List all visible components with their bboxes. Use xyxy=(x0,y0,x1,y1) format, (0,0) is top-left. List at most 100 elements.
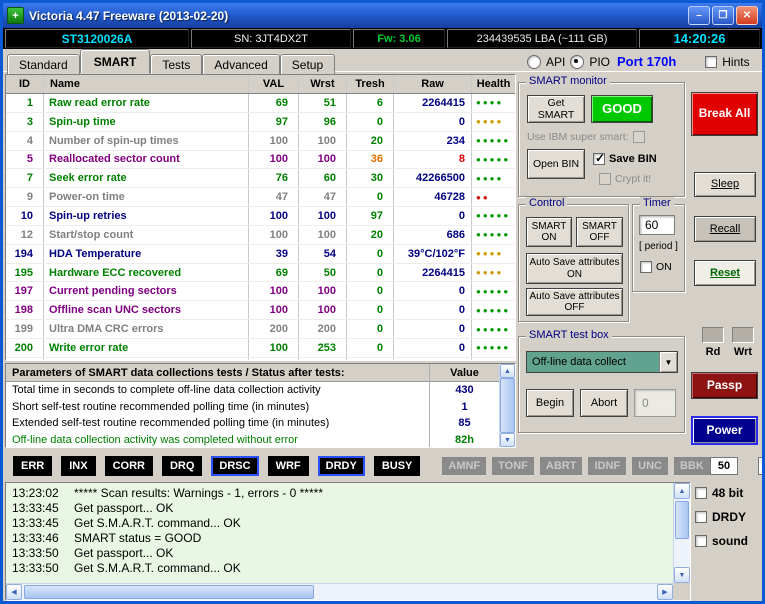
params-row[interactable]: Extended self-test routine recommended p… xyxy=(6,415,515,432)
tab-advanced[interactable]: Advanced xyxy=(202,54,279,74)
sound-checkbox[interactable] xyxy=(695,535,707,547)
log-horizontal-scrollbar[interactable]: ◀ ▶ xyxy=(6,583,673,600)
tab-strip: StandardSMARTTestsAdvancedSetup API PIO … xyxy=(3,49,762,72)
params-row[interactable]: Off-line data collection activity was co… xyxy=(6,432,515,449)
window-title: Victoria 4.47 Freeware (2013-02-20) xyxy=(29,9,228,23)
passp-button[interactable]: Passp xyxy=(691,372,758,399)
log-vscroll-thumb[interactable] xyxy=(675,501,689,539)
save-bin-checkbox[interactable] xyxy=(593,153,605,165)
cell-tresh: 20 xyxy=(347,132,394,150)
cell-raw: 0 xyxy=(394,207,472,225)
test-select[interactable]: Off-line data collect ▼ xyxy=(526,351,678,373)
smart-attribute-row[interactable]: 9Power-on time4747046728●● xyxy=(6,188,515,207)
smart-attribute-row[interactable]: 3Spin-up time979600●●●● xyxy=(6,113,515,132)
timer-on-row[interactable]: ON xyxy=(640,261,672,273)
health-dots: ●● xyxy=(472,188,515,206)
sound-label: sound xyxy=(712,534,748,548)
cell-id: 7 xyxy=(6,169,44,187)
option-sound[interactable]: sound xyxy=(695,534,761,548)
params-scrollbar[interactable]: ▲ ▼ xyxy=(499,364,515,447)
smart-attribute-row[interactable]: 194HDA Temperature3954039°C/102°F●●●● xyxy=(6,245,515,264)
minimize-button[interactable]: – xyxy=(688,6,710,25)
reset-button[interactable]: Reset xyxy=(694,260,756,286)
drive-serial: SN: 3JT4DX2T xyxy=(191,29,351,48)
smart-attribute-row[interactable]: 195Hardware ECC recovered695002264415●●●… xyxy=(6,264,515,283)
tab-smart[interactable]: SMART xyxy=(80,49,151,73)
abort-button[interactable]: Abort xyxy=(580,389,628,417)
option-48bit[interactable]: 48 bit xyxy=(695,486,761,500)
cell-wrst: 100 xyxy=(299,151,347,169)
log-line: 13:33:45Get passport... OK xyxy=(12,501,667,516)
scrollbar-corner xyxy=(673,583,690,600)
cell-tresh: 30 xyxy=(347,169,394,187)
break-all-button[interactable]: Break All xyxy=(691,92,758,136)
log-time: 13:23:02 xyxy=(12,486,74,501)
pio-radio[interactable] xyxy=(570,55,584,69)
scroll-up-icon[interactable]: ▲ xyxy=(674,483,690,499)
param-description: Short self-test routine recommended poll… xyxy=(6,399,429,416)
tab-tests[interactable]: Tests xyxy=(150,54,202,74)
flag-drdy: DRDY xyxy=(318,456,365,476)
open-bin-button[interactable]: Open BIN xyxy=(527,149,585,179)
api-radio[interactable] xyxy=(527,55,541,69)
save-bin-label: Save BIN xyxy=(609,153,657,165)
autosave-on-button[interactable]: Auto Save attributes ON xyxy=(526,253,623,284)
recall-button[interactable]: Recall xyxy=(694,216,756,242)
scroll-right-icon[interactable]: ▶ xyxy=(657,584,673,600)
begin-button[interactable]: Begin xyxy=(526,389,574,417)
param-description: Off-line data collection activity was co… xyxy=(6,432,429,449)
smart-attribute-row[interactable]: 5Reallocated sector count100100368●●●●● xyxy=(6,151,515,170)
smart-attribute-row[interactable]: 199Ultra DMA CRC errors20020000●●●●● xyxy=(6,320,515,339)
smart-attribute-row[interactable]: 197Current pending sectors10010000●●●●● xyxy=(6,282,515,301)
smart-attribute-row[interactable]: 1Raw read error rate695162264415●●●● xyxy=(6,94,515,113)
params-row[interactable]: Total time in seconds to complete off-li… xyxy=(6,382,515,399)
scroll-left-icon[interactable]: ◀ xyxy=(6,584,22,600)
chevron-down-icon[interactable]: ▼ xyxy=(659,352,677,372)
log-vertical-scrollbar[interactable]: ▲ ▼ xyxy=(673,483,690,583)
timer-on-checkbox[interactable] xyxy=(640,261,652,273)
maximize-button[interactable]: ❐ xyxy=(712,6,734,25)
smart-attribute-row[interactable]: 4Number of spin-up times10010020234●●●●● xyxy=(6,132,515,151)
close-button[interactable]: ✕ xyxy=(736,6,758,25)
register-values: 5000 xyxy=(710,457,765,475)
tab-standard[interactable]: Standard xyxy=(7,54,80,74)
smart-attribute-row[interactable]: 10Spin-up retries100100970●●●●● xyxy=(6,207,515,226)
power-button[interactable]: Power xyxy=(691,416,758,445)
ibm-smart-row: Use IBM super smart: xyxy=(527,131,645,143)
log-lines[interactable]: 13:23:02***** Scan results: Warnings - 1… xyxy=(6,483,673,583)
scroll-down-icon[interactable]: ▼ xyxy=(500,433,515,447)
option-drdy[interactable]: DRDY xyxy=(695,510,761,524)
header-health: Health xyxy=(472,75,515,93)
smart-status-good-button[interactable]: GOOD xyxy=(591,95,653,123)
titlebar[interactable]: + Victoria 4.47 Freeware (2013-02-20) – … xyxy=(3,3,762,28)
scroll-down-icon[interactable]: ▼ xyxy=(674,567,690,583)
smart-attribute-row[interactable]: 12Start/stop count10010020686●●●●● xyxy=(6,226,515,245)
scroll-up-icon[interactable]: ▲ xyxy=(500,364,515,378)
get-smart-button[interactable]: Get SMART xyxy=(527,95,585,123)
sleep-button[interactable]: Sleep xyxy=(694,172,756,197)
autosave-off-button[interactable]: Auto Save attributes OFF xyxy=(526,288,623,316)
test-progress-field: 0 xyxy=(634,389,676,417)
smart-attribute-row[interactable]: 198Offline scan UNC sectors10010000●●●●● xyxy=(6,301,515,320)
cell-wrst: 54 xyxy=(299,245,347,263)
tab-setup[interactable]: Setup xyxy=(280,54,335,74)
hints-checkbox[interactable] xyxy=(705,56,717,68)
cell-tresh: 20 xyxy=(347,226,394,244)
smart-attribute-row[interactable]: 202DAM errors count10025300●●●●● xyxy=(6,358,515,361)
params-scrollbar-thumb[interactable] xyxy=(500,378,515,433)
log-text: Get passport... OK xyxy=(74,501,173,516)
smart-attribute-row[interactable]: 200Write error rate10025300●●●●● xyxy=(6,339,515,358)
cell-id: 195 xyxy=(6,264,44,282)
cell-id: 200 xyxy=(6,339,44,357)
params-row[interactable]: Short self-test routine recommended poll… xyxy=(6,399,515,416)
smart-off-button[interactable]: SMART OFF xyxy=(576,217,623,247)
header-tresh: Tresh xyxy=(347,75,394,93)
save-bin-row[interactable]: Save BIN xyxy=(593,153,657,165)
48bit-checkbox[interactable] xyxy=(695,487,707,499)
smart-on-button[interactable]: SMART ON xyxy=(526,217,572,247)
drdy-checkbox[interactable] xyxy=(695,511,707,523)
smart-attribute-row[interactable]: 7Seek error rate76603042266500●●●● xyxy=(6,169,515,188)
log-hscroll-thumb[interactable] xyxy=(24,585,314,599)
timer-period-input[interactable]: 60 xyxy=(639,215,675,235)
log-text: SMART status = GOOD xyxy=(74,531,201,546)
